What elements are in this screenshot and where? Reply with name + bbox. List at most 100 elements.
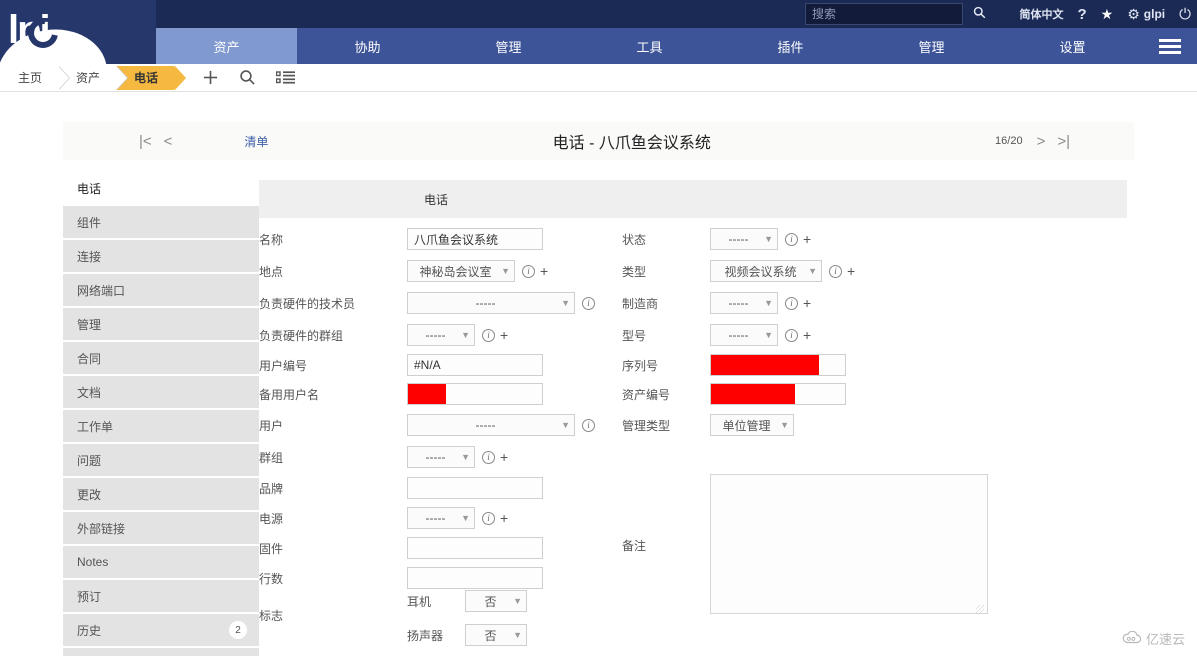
type-label: 类型 — [622, 264, 647, 279]
mgmt-type-select[interactable]: 单位管理 ▼ — [710, 414, 794, 436]
hw-group-value: ----- — [425, 328, 446, 342]
hw-group-select[interactable]: ----- ▼ — [407, 324, 475, 346]
location-select[interactable]: 神秘岛会议室 ▼ — [407, 260, 515, 282]
nav-item-assets[interactable]: 资产 — [156, 28, 297, 64]
add-location-icon[interactable]: + — [540, 263, 548, 279]
field-row-name: 名称 — [259, 228, 543, 250]
status-label: 状态 — [622, 232, 647, 247]
nav-item-plugins[interactable]: 插件 — [720, 28, 861, 64]
add-hw-group-icon[interactable]: + — [500, 327, 508, 343]
sidebar-item-notes[interactable]: Notes — [63, 546, 259, 578]
textarea-resize-handle[interactable] — [976, 605, 984, 613]
language-selector[interactable]: 简体中文 — [1020, 6, 1064, 22]
notes-textarea[interactable] — [710, 474, 988, 614]
list-link[interactable]: 清单 — [244, 133, 268, 150]
add-status-icon[interactable]: + — [803, 231, 811, 247]
last-record-button[interactable]: >| — [1051, 133, 1076, 150]
group-select[interactable]: ----- ▼ — [407, 446, 475, 468]
first-record-button[interactable]: |< — [133, 133, 158, 150]
add-manufacturer-icon[interactable]: + — [803, 295, 811, 311]
field-row-user: 用户 ----- ▼ i — [259, 414, 595, 436]
brand-input[interactable] — [407, 477, 543, 499]
info-icon[interactable]: i — [785, 232, 798, 246]
nav-item-setup[interactable]: 设置 — [1002, 28, 1143, 64]
name-input[interactable] — [407, 228, 543, 250]
sidebar-item-history[interactable]: 历史 2 — [63, 614, 259, 646]
field-row-speaker: 扬声器 否 ▼ — [407, 624, 527, 646]
add-group-icon[interactable]: + — [500, 449, 508, 465]
sidebar-item-network-ports[interactable]: 网络端口 — [63, 274, 259, 306]
sidebar-item-documents[interactable]: 文档 — [63, 376, 259, 408]
info-icon[interactable]: i — [482, 450, 495, 464]
glpi-logo[interactable]: lpi — [0, 0, 156, 64]
sidebar-item-connections[interactable]: 连接 — [63, 240, 259, 272]
brand-label: 品牌 — [259, 481, 284, 496]
sidebar-item-tickets[interactable]: 工作单 — [63, 410, 259, 442]
lines-label: 行数 — [259, 571, 284, 586]
sidebar-item-problems[interactable]: 问题 — [63, 444, 259, 476]
firmware-input[interactable] — [407, 537, 543, 559]
user-number-input[interactable] — [407, 354, 543, 376]
info-icon[interactable]: i — [582, 296, 595, 310]
plus-icon[interactable] — [202, 69, 219, 86]
sidebar-item-phone[interactable]: 电话 — [63, 172, 259, 204]
hw-technician-select[interactable]: ----- ▼ — [407, 292, 575, 314]
speaker-select[interactable]: 否 ▼ — [465, 624, 527, 646]
sidebar-item-management[interactable]: 管理 — [63, 308, 259, 340]
sidebar-item-label: 管理 — [77, 317, 102, 332]
manufacturer-select[interactable]: ----- ▼ — [710, 292, 778, 314]
global-search-box[interactable] — [805, 3, 986, 25]
sidebar-item-reservations[interactable]: 预订 — [63, 580, 259, 612]
sidebar-item-label: 连接 — [77, 249, 102, 264]
search-icon[interactable] — [973, 6, 986, 22]
nav-item-management[interactable]: 管理 — [438, 28, 579, 64]
hamburger-menu-icon[interactable] — [1143, 28, 1197, 64]
sidebar-item-all[interactable]: 全部 — [63, 648, 259, 656]
previous-record-button[interactable]: < — [158, 133, 179, 150]
info-icon[interactable]: i — [482, 511, 495, 525]
sidebar-item-label: 预订 — [77, 589, 102, 604]
info-icon[interactable]: i — [522, 264, 535, 278]
settings-user-menu[interactable]: ⚙ glpi — [1127, 6, 1165, 23]
sidebar-item-label: 组件 — [77, 215, 102, 230]
info-icon[interactable]: i — [785, 328, 798, 342]
model-select[interactable]: ----- ▼ — [710, 324, 778, 346]
user-select[interactable]: ----- ▼ — [407, 414, 575, 436]
list-icon[interactable] — [276, 70, 296, 86]
search-icon[interactable] — [239, 69, 256, 86]
nav-item-tools[interactable]: 工具 — [579, 28, 720, 64]
hw-technician-label: 负责硬件的技术员 — [259, 296, 356, 311]
type-select[interactable]: 视频会议系统 ▼ — [710, 260, 822, 282]
headset-select[interactable]: 否 ▼ — [465, 590, 527, 612]
help-icon[interactable]: ? — [1078, 6, 1087, 23]
mgmt-type-value: 单位管理 — [722, 418, 771, 433]
search-input[interactable] — [806, 7, 973, 21]
next-record-button[interactable]: > — [1031, 133, 1052, 150]
nav-item-assistance[interactable]: 协助 — [297, 28, 438, 64]
manufacturer-label: 制造商 — [622, 296, 659, 311]
field-row-notes: 备注 — [622, 474, 988, 617]
hw-technician-value: ----- — [475, 296, 496, 310]
breadcrumb-actions — [202, 69, 296, 86]
lines-input[interactable] — [407, 567, 543, 589]
info-icon[interactable]: i — [785, 296, 798, 310]
info-icon[interactable]: i — [582, 418, 595, 432]
power-select[interactable]: ----- ▼ — [407, 507, 475, 529]
sidebar-item-components[interactable]: 组件 — [63, 206, 259, 238]
nav-item-administration[interactable]: 管理 — [861, 28, 1002, 64]
add-power-icon[interactable]: + — [500, 510, 508, 526]
sidebar-item-changes[interactable]: 更改 — [63, 478, 259, 510]
sidebar-item-contracts[interactable]: 合同 — [63, 342, 259, 374]
breadcrumb-item-home[interactable]: 主页 — [0, 65, 71, 90]
status-select[interactable]: ----- ▼ — [710, 228, 778, 250]
power-logout-icon[interactable]: ⏻ — [1179, 6, 1191, 23]
user-number-label: 用户编号 — [259, 358, 308, 373]
favorites-star-icon[interactable]: ★ — [1101, 6, 1114, 23]
add-model-icon[interactable]: + — [803, 327, 811, 343]
form-section-title: 电话 — [424, 192, 449, 207]
main-navigation: 资产 协助 管理 工具 插件 管理 设置 — [156, 28, 1197, 64]
sidebar-item-external-links[interactable]: 外部链接 — [63, 512, 259, 544]
add-type-icon[interactable]: + — [847, 263, 855, 279]
info-icon[interactable]: i — [482, 328, 495, 342]
info-icon[interactable]: i — [829, 264, 842, 278]
